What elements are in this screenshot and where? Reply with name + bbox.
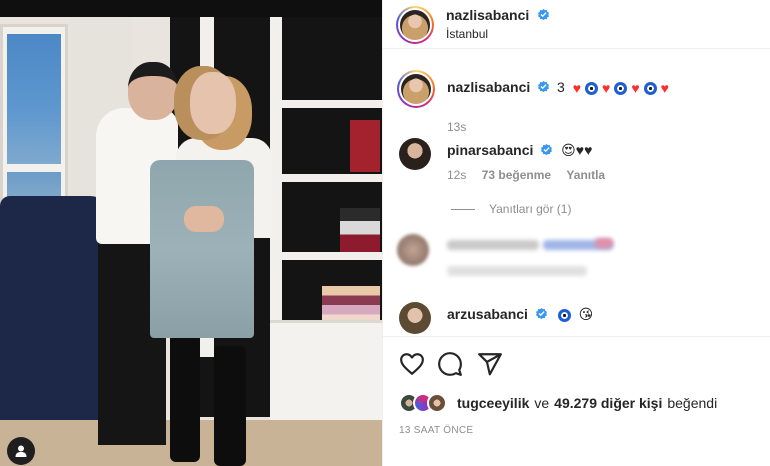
comment-icon[interactable] — [437, 351, 463, 377]
author-avatar[interactable] — [396, 6, 434, 44]
comment-username[interactable]: pinarsabanci — [447, 142, 533, 158]
post-photo[interactable] — [0, 0, 382, 466]
red-heart-icon: ♥ — [602, 80, 611, 97]
photo-boot — [214, 346, 246, 466]
other-likes-count[interactable]: 49.279 diğer kişi — [554, 395, 662, 411]
red-heart-icon: ♥ — [631, 80, 640, 97]
likes-connector: ve — [534, 395, 550, 411]
caption: nazlisabanci 3 ♥ ♥ ♥ ♥ 13s — [397, 70, 757, 134]
post-header: nazlisabanci İstanbul — [383, 0, 770, 49]
comment-likes[interactable]: 73 beğenme — [482, 168, 551, 182]
photo-hands — [184, 206, 224, 232]
nazar-eye-icon — [557, 308, 571, 322]
caption-emojis: ♥ ♥ ♥ ♥ — [573, 81, 669, 95]
photo-books — [322, 286, 380, 324]
photo-boot — [170, 336, 200, 462]
share-icon[interactable] — [477, 351, 503, 377]
comment-username[interactable]: arzusabanci — [447, 306, 528, 322]
nazar-eye-icon — [643, 81, 657, 95]
photo-shelf-board — [282, 100, 382, 108]
user-tag-icon — [15, 445, 27, 457]
verified-icon — [535, 308, 547, 320]
verified-icon — [537, 9, 549, 21]
avatar-image — [401, 74, 431, 104]
photo-top-strip — [0, 0, 382, 17]
caption-username[interactable]: nazlisabanci — [447, 79, 530, 95]
post-actions: tugceeyilik ve 49.279 diğer kişi beğendi… — [383, 336, 770, 466]
photo-books — [340, 208, 380, 252]
photo-man-head — [128, 62, 178, 120]
verified-icon — [538, 81, 550, 93]
user-tag-button[interactable] — [7, 437, 35, 465]
photo-shelf-board — [282, 252, 382, 260]
photo-shelf-board — [282, 174, 382, 182]
post-time-ago[interactable]: 13 SAAT ÖNCE — [399, 425, 473, 436]
view-replies-line — [451, 208, 475, 210]
verified-icon — [541, 144, 553, 156]
likes-summary: tugceeyilik ve 49.279 diğer kişi beğendi — [399, 393, 717, 413]
first-liker-username[interactable]: tugceeyilik — [457, 395, 529, 411]
likes-suffix: beğendi — [667, 395, 718, 411]
post-location[interactable]: İstanbul — [446, 27, 488, 41]
nazar-eye-icon — [585, 81, 599, 95]
photo-sofa — [0, 196, 110, 426]
blurred-username — [447, 240, 539, 250]
reply-button[interactable]: Yanıtla — [566, 168, 605, 182]
blurred-meta — [447, 266, 587, 276]
caption-count: 3 — [557, 79, 565, 95]
post-sidebar: nazlisabanci İstanbul nazlisabanci 3 ♥ ♥… — [382, 0, 770, 466]
comment-avatar[interactable] — [399, 302, 431, 334]
comment-text: 😍♥♥ — [561, 142, 593, 158]
comment-item: arzusabanci 😘 — [397, 302, 757, 336]
author-username[interactable]: nazlisabanci — [446, 7, 529, 23]
caption-time[interactable]: 13s — [447, 120, 466, 134]
liker-avatar[interactable] — [427, 393, 447, 413]
avatar-image — [400, 10, 430, 40]
red-heart-icon: ♥ — [660, 80, 669, 97]
heart-icon[interactable] — [399, 351, 425, 377]
comment-text: 😘 — [578, 306, 594, 322]
photo-woman-dress — [150, 160, 254, 338]
view-replies-label: Yanıtları gör (1) — [489, 202, 572, 216]
photo-window-glass — [7, 34, 61, 164]
comment-time[interactable]: 12s — [447, 168, 466, 182]
comment-item: pinarsabanci 😍♥♥ 12s 73 beğenme Yanıtla — [397, 138, 757, 188]
red-heart-icon: ♥ — [572, 80, 582, 97]
nazar-eye-icon — [614, 81, 628, 95]
photo-books — [350, 120, 380, 172]
comment-avatar[interactable] — [399, 138, 431, 170]
comments-list: nazlisabanci 3 ♥ ♥ ♥ ♥ 13s pinarsabanci … — [383, 50, 770, 336]
caption-avatar[interactable] — [397, 70, 435, 108]
blurred-emoji — [595, 238, 613, 248]
view-replies-button[interactable]: Yanıtları gör (1) — [451, 202, 571, 216]
photo-woman-head — [190, 72, 236, 134]
liker-avatars — [399, 393, 449, 413]
blurred-avatar — [397, 234, 429, 266]
